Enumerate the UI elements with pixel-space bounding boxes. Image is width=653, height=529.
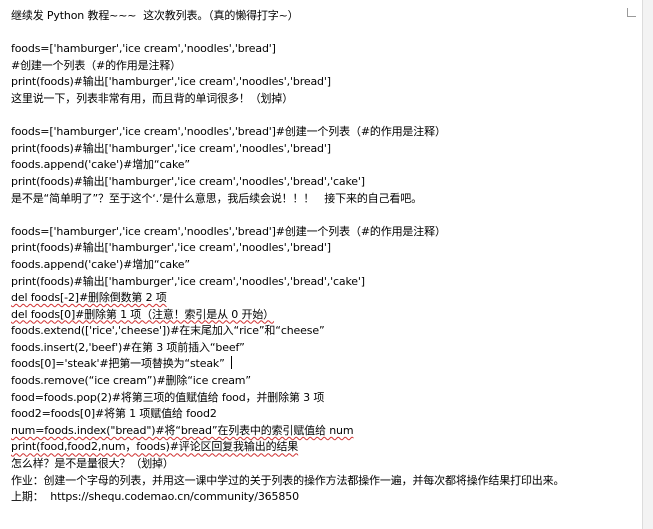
code-line: foods.insert(2,'beef')#在第 3 项前插入“beef” [11, 340, 245, 354]
code-line: print(foods)#输出['hamburger','ice cream',… [11, 241, 331, 255]
code-line: foods=['hamburger','ice cream','noodles'… [11, 125, 446, 139]
code-line: print(foods)#输出['hamburger','ice cream',… [11, 174, 365, 188]
document-page: 继续发 Python 教程~~~ 这次教列表。（真的懒得打字~） foods=[… [0, 0, 643, 529]
code-line: foods.append('cake')#增加“cake” [11, 158, 190, 172]
code-line-spellcheck: del foods[0]#删除第 1 项（注意！索引是从 0 开始） [11, 307, 275, 321]
text-line: 这里说一下，列表非常有用，而且背的单词很多！（划掉） [11, 91, 294, 105]
code-line-spellcheck: num=foods.index("bread")#将“bread”在列表中的索引… [11, 423, 354, 437]
document-body[interactable]: 继续发 Python 教程~~~ 这次教列表。（真的懒得打字~） foods=[… [11, 8, 629, 506]
previous-link-line[interactable]: 上期： https://shequ.codemao.cn/community/3… [11, 489, 629, 506]
code-line: foods.append('cake')#增加“cake” [11, 257, 190, 271]
text-line: 怎么样？是不是量很大？（划掉） [11, 457, 174, 471]
code-line: foods=['hamburger','ice cream','noodles'… [11, 42, 276, 56]
text-line: 是不是“简单明了”？至于这个‘.’是什么意思，我后续会说！！！ 接下来的自己看吧… [11, 191, 422, 205]
comment-line: #创建一个列表（#的作用是注释） [11, 58, 182, 72]
code-line-text: foods[0]='steak'#把第一项替换为“steak” [11, 357, 225, 371]
code-line: print(foods)#输出['hamburger','ice cream',… [11, 141, 331, 155]
homework-paragraph: 作业：创建一个字母的列表，并用这一课中学过的关于列表的操作方法都操作一遍，并每次… [11, 473, 565, 487]
code-line: print(foods)#输出['hamburger','ice cream',… [11, 75, 331, 89]
text-cursor [230, 356, 232, 370]
intro-line: 继续发 Python 教程~~~ 这次教列表。（真的懒得打字~） [11, 9, 299, 22]
code-line: foods.remove(“ice cream”)#删除“ice cream” [11, 374, 251, 388]
code-line-with-cursor: foods[0]='steak'#把第一项替换为“steak” [11, 356, 629, 373]
code-line: print(foods)#输出['hamburger','ice cream',… [11, 274, 365, 288]
code-line: food=foods.pop(2)#将第三项的值赋值给 food，并删除第 3 … [11, 390, 325, 404]
code-line: foods.extend(['rice','cheese'])#在末尾加入“ri… [11, 324, 325, 338]
code-line: food2=foods[0]#将第 1 项赋值给 food2 [11, 407, 217, 421]
code-line-spellcheck: print(food,food2,num，foods)#评论区回复我输出的结果 [11, 440, 299, 454]
code-line: foods=['hamburger','ice cream','noodles'… [11, 224, 446, 238]
code-line-spellcheck: del foods[-2]#删除倒数第 2 项 [11, 291, 167, 305]
